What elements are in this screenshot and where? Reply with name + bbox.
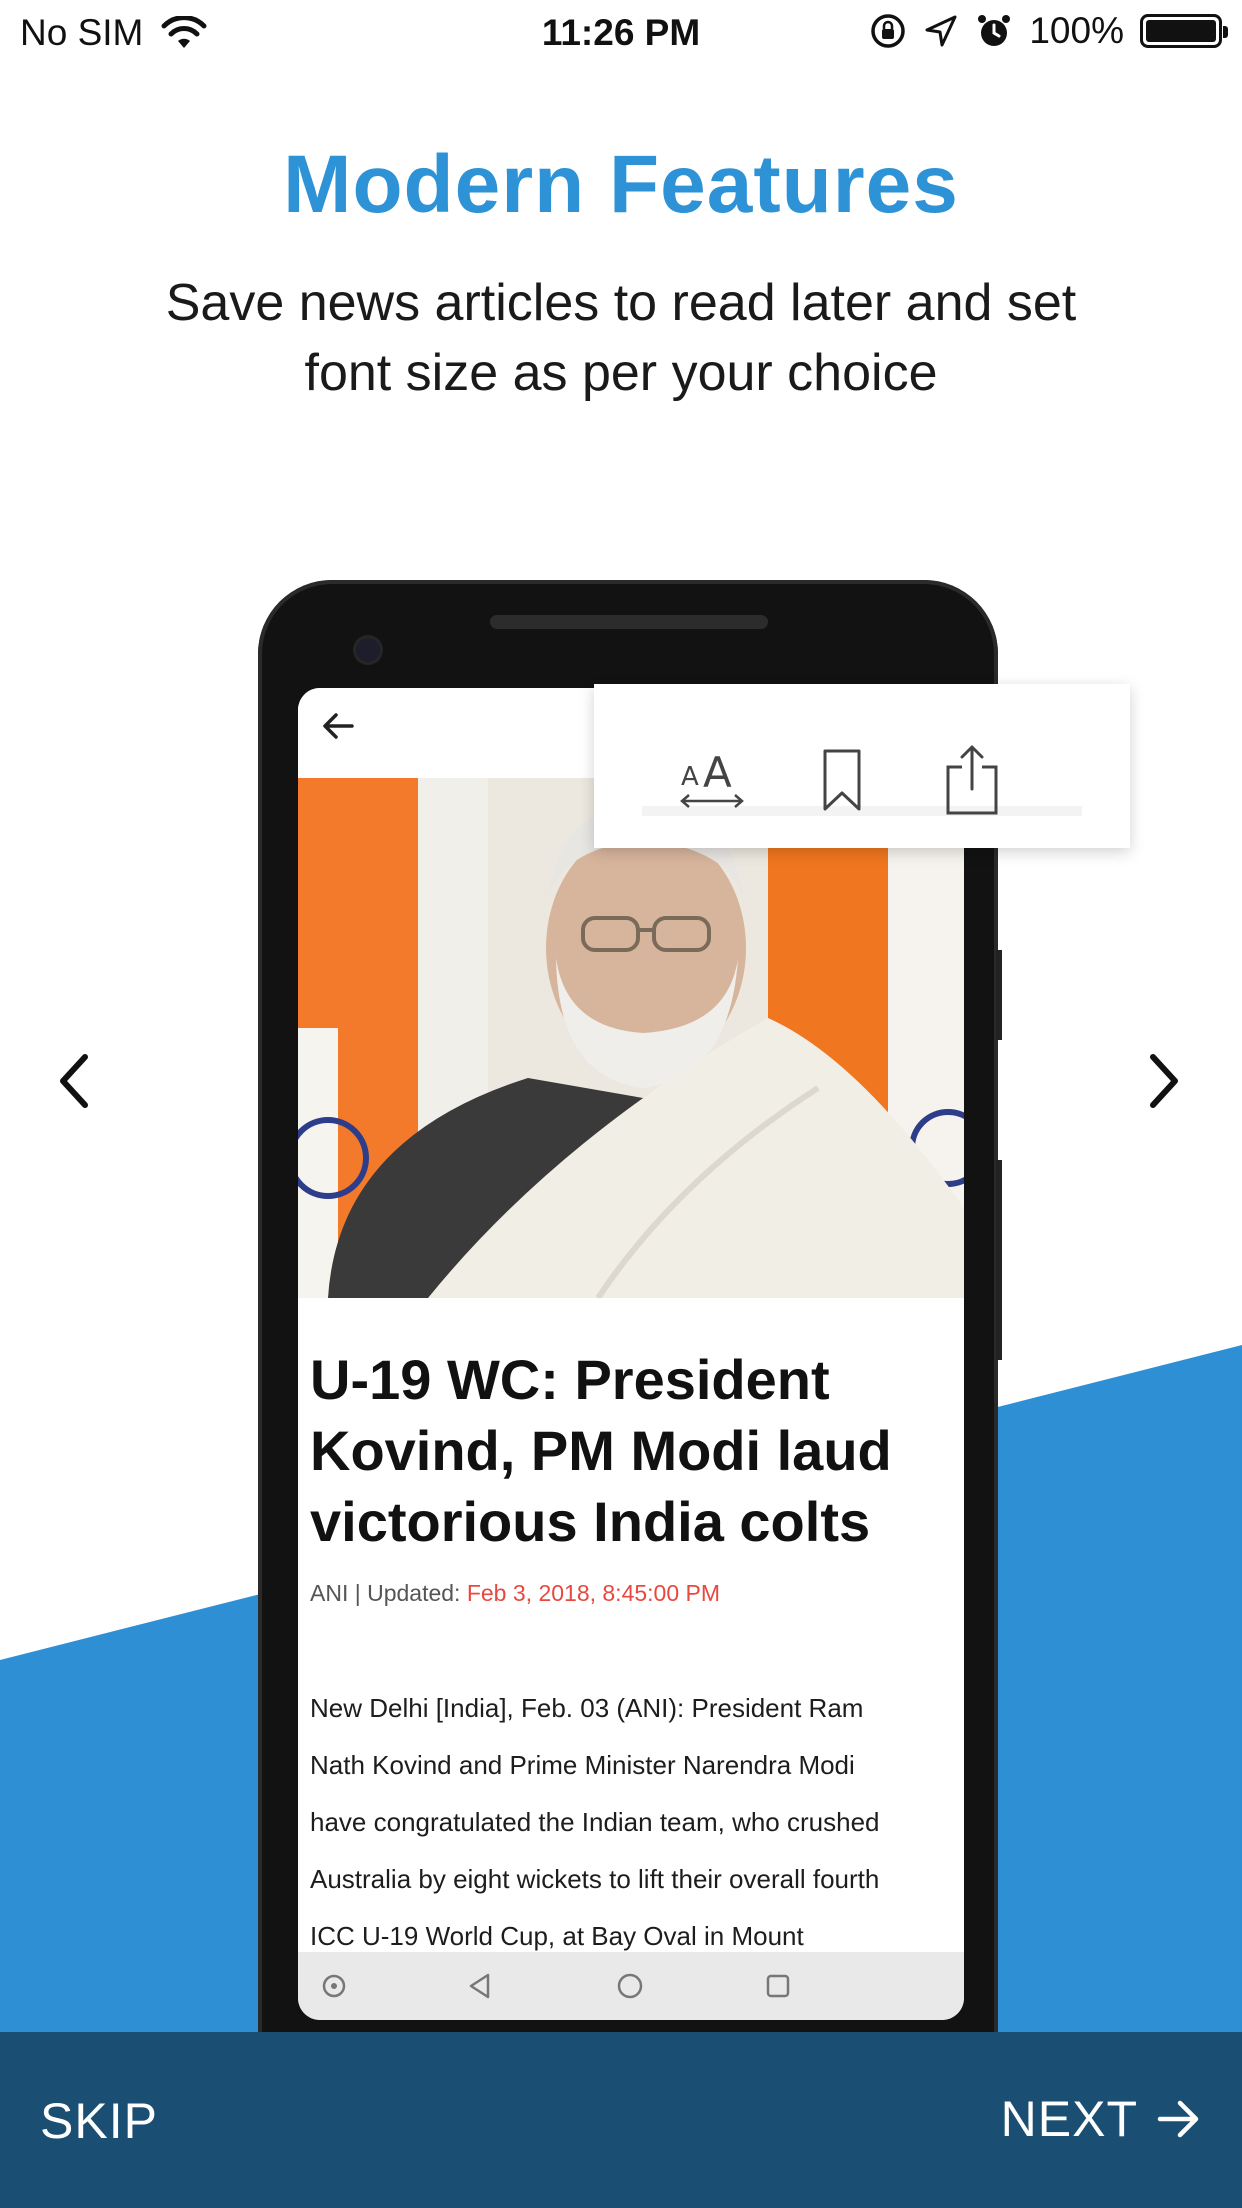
article-meta: ANI | Updated: Feb 3, 2018, 8:45:00 PM <box>310 1580 720 1607</box>
back-arrow-icon <box>312 706 364 758</box>
phone-camera <box>356 638 380 662</box>
article-photo-illustration <box>298 778 964 1298</box>
article-source: ANI | Updated: <box>310 1580 467 1606</box>
headline-line: Kovind, PM Modi laud <box>310 1419 892 1482</box>
subtitle-line-1: Save news articles to read later and set <box>165 274 1077 332</box>
article-headline: U-19 WC: President Kovind, PM Modi laud … <box>310 1344 950 1557</box>
phone-screen: U-19 WC: President Kovind, PM Modi laud … <box>298 688 964 2020</box>
arrow-right-icon <box>1157 2100 1199 2138</box>
svg-text:A: A <box>703 748 732 797</box>
battery-icon <box>1140 14 1228 48</box>
body-line: have congratulated the Indian team, who … <box>310 1807 880 1837</box>
nav-home-icon <box>610 1966 650 2006</box>
status-icons: 100% <box>869 10 1228 52</box>
next-slide-button[interactable] <box>1128 1046 1198 1116</box>
share-icon <box>932 740 1012 820</box>
previous-slide-button[interactable] <box>40 1046 110 1116</box>
article-date: Feb 3, 2018, 8:45:00 PM <box>466 1580 721 1606</box>
body-line: Australia by eight wickets to lift their… <box>310 1864 880 1894</box>
phone-side-button <box>996 950 1002 1040</box>
onboarding-footer: SKIP NEXT <box>0 2032 1242 2208</box>
status-bar: No SIM 11:26 PM 100% <box>0 0 1242 66</box>
alarm-icon <box>978 15 1011 46</box>
article-toolbar-card: A A <box>594 684 1130 848</box>
article-photo <box>298 778 964 1298</box>
page-subtitle: Save news articles to read later and set… <box>90 268 1152 408</box>
article-body: New Delhi [India], Feb. 03 (ANI): Presid… <box>310 1680 960 1965</box>
assistant-icon <box>314 1966 354 2006</box>
phone-side-button <box>996 1160 1002 1360</box>
android-nav-bar <box>298 1952 964 2020</box>
svg-text:A: A <box>681 762 699 792</box>
location-icon <box>925 15 957 47</box>
font-size-icon: A A <box>672 740 752 820</box>
page-title: Modern Features <box>283 139 959 230</box>
body-line: New Delhi [India], Feb. 03 (ANI): Presid… <box>310 1693 864 1723</box>
headline-line: victorious India colts <box>310 1490 871 1553</box>
rotation-lock-icon <box>871 14 906 48</box>
bookmark-icon <box>802 740 882 820</box>
nav-back-icon <box>460 1966 500 2006</box>
chevron-right-icon <box>1150 1054 1178 1108</box>
battery-percent: 100% <box>1029 10 1124 51</box>
subtitle-line-2: font size as per your choice <box>304 344 938 402</box>
nav-recents-icon <box>758 1966 798 2006</box>
headline-line: U-19 WC: President <box>310 1348 830 1411</box>
next-label: NEXT <box>1000 2091 1138 2147</box>
chevron-left-icon <box>60 1054 88 1108</box>
skip-button[interactable]: SKIP <box>40 2092 158 2150</box>
back-arrow-svg <box>323 713 354 739</box>
body-line: Nath Kovind and Prime Minister Narendra … <box>310 1750 855 1780</box>
next-button[interactable]: NEXT <box>1001 2090 1202 2148</box>
phone-speaker-top <box>490 615 768 629</box>
